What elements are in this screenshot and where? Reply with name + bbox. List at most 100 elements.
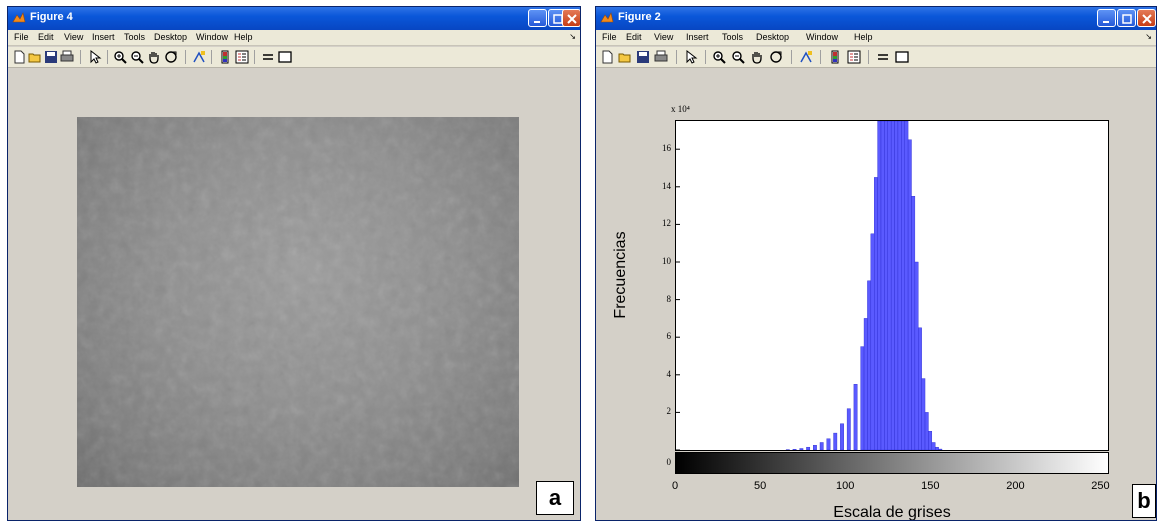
histogram-bar	[833, 432, 838, 450]
histogram-bar	[874, 177, 878, 450]
x-tick-label: 0	[671, 480, 679, 492]
toolbar-separator	[820, 50, 821, 64]
histogram-bar	[928, 431, 933, 450]
histogram-bar	[938, 448, 943, 450]
menu-help[interactable]: Help	[854, 32, 873, 42]
zoom-in-icon[interactable]	[712, 50, 726, 64]
pan-hand-icon[interactable]	[750, 50, 764, 64]
title-bar[interactable]: Figure 4	[8, 7, 580, 30]
menu-bar: File Edit View Insert Tools Desktop Wind…	[8, 30, 580, 46]
print-icon[interactable]	[654, 50, 668, 64]
rotate-icon[interactable]	[769, 50, 783, 64]
histogram-bar	[799, 448, 804, 450]
show-plot-tools-icon[interactable]	[278, 50, 292, 64]
x-tick-label: 250	[1091, 480, 1110, 492]
menu-help[interactable]: Help	[234, 32, 253, 42]
open-folder-icon[interactable]	[28, 50, 42, 64]
toolbar	[8, 47, 580, 68]
close-icon	[567, 14, 577, 24]
menu-window[interactable]: Window	[196, 32, 228, 42]
legend-icon[interactable]	[847, 50, 861, 64]
zoom-out-icon[interactable]	[130, 50, 144, 64]
colorbar-icon[interactable]	[828, 50, 842, 64]
menu-insert[interactable]: Insert	[92, 32, 115, 42]
histogram-bar	[877, 121, 882, 450]
matlab-logo-icon	[12, 12, 26, 23]
histogram-bar	[904, 121, 909, 450]
data-cursor-icon[interactable]	[192, 50, 206, 64]
new-file-icon[interactable]	[600, 50, 614, 64]
x-tick-label: 50	[753, 480, 767, 492]
histogram-bar	[792, 449, 797, 450]
histogram-bar	[914, 261, 919, 450]
open-folder-icon[interactable]	[618, 50, 632, 64]
menu-view[interactable]: View	[64, 32, 83, 42]
pointer-icon[interactable]	[88, 50, 102, 64]
y-tick-label: 4	[666, 368, 672, 379]
menu-window[interactable]: Window	[806, 32, 838, 42]
print-icon[interactable]	[60, 50, 74, 64]
toolbar-separator	[705, 50, 706, 64]
menu-edit[interactable]: Edit	[626, 32, 642, 42]
menu-tools[interactable]: Tools	[722, 32, 743, 42]
menu-file[interactable]: File	[14, 32, 29, 42]
y-tick-label: 10	[662, 256, 671, 266]
histogram-bar	[907, 139, 912, 450]
maximize-button[interactable]	[1117, 9, 1136, 27]
y-tick-label: 6	[666, 331, 672, 342]
toolbar-separator	[211, 50, 212, 64]
y-axis-exponent: x 10⁴	[671, 104, 690, 114]
y-tick-label: 2	[666, 406, 672, 417]
zoom-out-icon[interactable]	[731, 50, 745, 64]
close-button[interactable]	[562, 9, 580, 27]
menu-view[interactable]: View	[654, 32, 673, 42]
histogram-bar	[921, 378, 926, 450]
histogram-bar	[813, 445, 817, 450]
grayscale-colorbar[interactable]	[675, 452, 1109, 474]
new-file-icon[interactable]	[12, 50, 26, 64]
pan-hand-icon[interactable]	[147, 50, 161, 64]
y-tick-label: 0	[666, 457, 672, 467]
y-axis-label: Frecuencias	[612, 231, 629, 319]
close-button[interactable]	[1137, 9, 1156, 27]
histogram-plot	[676, 121, 943, 450]
histogram-bar	[846, 408, 851, 450]
save-icon[interactable]	[44, 50, 58, 64]
toolbar-separator	[185, 50, 186, 64]
x-tick-label: 200	[1006, 480, 1025, 492]
data-cursor-icon[interactable]	[799, 50, 813, 64]
menu-edit[interactable]: Edit	[38, 32, 54, 42]
menu-bar: File Edit View Insert Tools Desktop Wind…	[596, 30, 1156, 46]
show-plot-tools-icon[interactable]	[895, 50, 909, 64]
minimize-button[interactable]	[1097, 9, 1116, 27]
save-icon[interactable]	[636, 50, 650, 64]
pointer-icon[interactable]	[684, 50, 698, 64]
hide-plot-tools-icon[interactable]	[261, 50, 275, 64]
zoom-in-icon[interactable]	[113, 50, 127, 64]
leather-texture-pattern	[77, 117, 519, 487]
menu-tools[interactable]: Tools	[124, 32, 145, 42]
menu-insert[interactable]: Insert	[686, 32, 709, 42]
menu-overflow-arrow[interactable]: ↘	[569, 32, 576, 41]
histogram-bar	[911, 195, 916, 450]
maximize-icon	[1122, 14, 1132, 24]
histogram-bar	[867, 280, 872, 450]
x-axis-label: Escala de grises	[833, 504, 951, 521]
toolbar-separator	[791, 50, 792, 64]
minimize-button[interactable]	[528, 9, 547, 27]
title-bar[interactable]: Figure 2	[596, 7, 1156, 30]
colorbar-icon[interactable]	[218, 50, 232, 64]
rotate-icon[interactable]	[164, 50, 178, 64]
menu-overflow-arrow[interactable]: ↘	[1145, 32, 1152, 41]
histogram-bar	[931, 442, 936, 450]
minimize-icon	[1103, 21, 1109, 23]
minimize-icon	[534, 21, 540, 23]
histogram-bar	[826, 438, 831, 450]
menu-desktop[interactable]: Desktop	[154, 32, 187, 42]
window-title: Figure 2	[618, 11, 661, 23]
histogram-axes[interactable]	[675, 120, 1109, 451]
menu-file[interactable]: File	[602, 32, 617, 42]
menu-desktop[interactable]: Desktop	[756, 32, 789, 42]
legend-icon[interactable]	[235, 50, 249, 64]
hide-plot-tools-icon[interactable]	[876, 50, 890, 64]
